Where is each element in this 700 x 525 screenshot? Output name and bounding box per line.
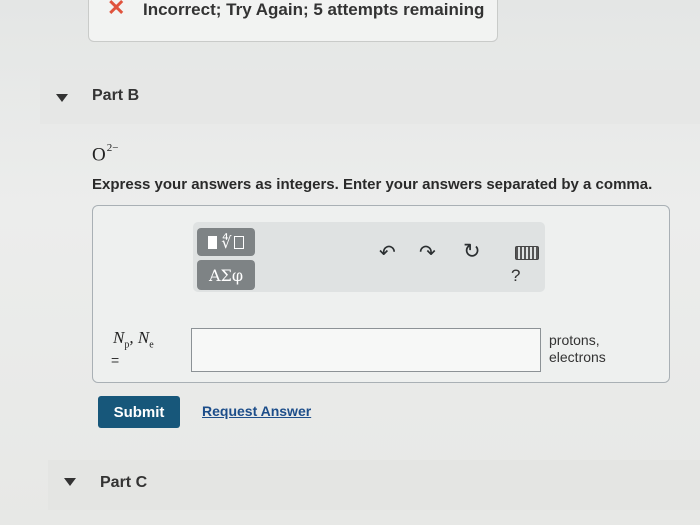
greek-symbols-button[interactable]: ΑΣφ xyxy=(197,260,255,290)
ion-base: O xyxy=(92,144,106,166)
equals-sign: = xyxy=(111,352,120,368)
undo-icon[interactable]: ↶ xyxy=(379,243,396,263)
units-label: protons, electrons xyxy=(549,332,606,365)
reset-icon[interactable]: ↻ xyxy=(463,241,481,262)
answer-panel: ∜ ΑΣφ ↶ ↷ ↻ ? Np, Ne = protons, electron… xyxy=(92,205,670,383)
x-icon: ✕ xyxy=(107,0,126,20)
redo-icon[interactable]: ↷ xyxy=(419,243,436,263)
answer-label: Np, Ne xyxy=(113,328,154,351)
ion-formula: O2− xyxy=(92,142,119,166)
submit-button[interactable]: Submit xyxy=(98,396,180,428)
collapse-triangle-icon[interactable] xyxy=(64,478,76,486)
request-answer-link[interactable]: Request Answer xyxy=(202,403,311,419)
feedback-message: Incorrect; Try Again; 5 attempts remaini… xyxy=(143,0,485,19)
part-c-title: Part C xyxy=(100,474,148,491)
part-c-header[interactable]: Part C xyxy=(48,460,700,510)
collapse-triangle-icon[interactable] xyxy=(56,94,68,102)
instructions-text: Express your answers as integers. Enter … xyxy=(92,176,653,193)
math-toolbar: ∜ ΑΣφ ↶ ↷ ↻ ? xyxy=(193,222,545,292)
part-b-title: Part B xyxy=(92,87,140,104)
fraction-root-template-icon[interactable]: ∜ xyxy=(197,228,255,256)
ion-charge: 2− xyxy=(106,142,119,154)
keyboard-icon[interactable] xyxy=(515,246,539,260)
part-b-header[interactable]: Part B xyxy=(40,70,700,124)
answer-input[interactable] xyxy=(191,328,541,372)
feedback-banner: ✕ Incorrect; Try Again; 5 attempts remai… xyxy=(88,0,498,42)
help-icon[interactable]: ? xyxy=(511,266,520,286)
